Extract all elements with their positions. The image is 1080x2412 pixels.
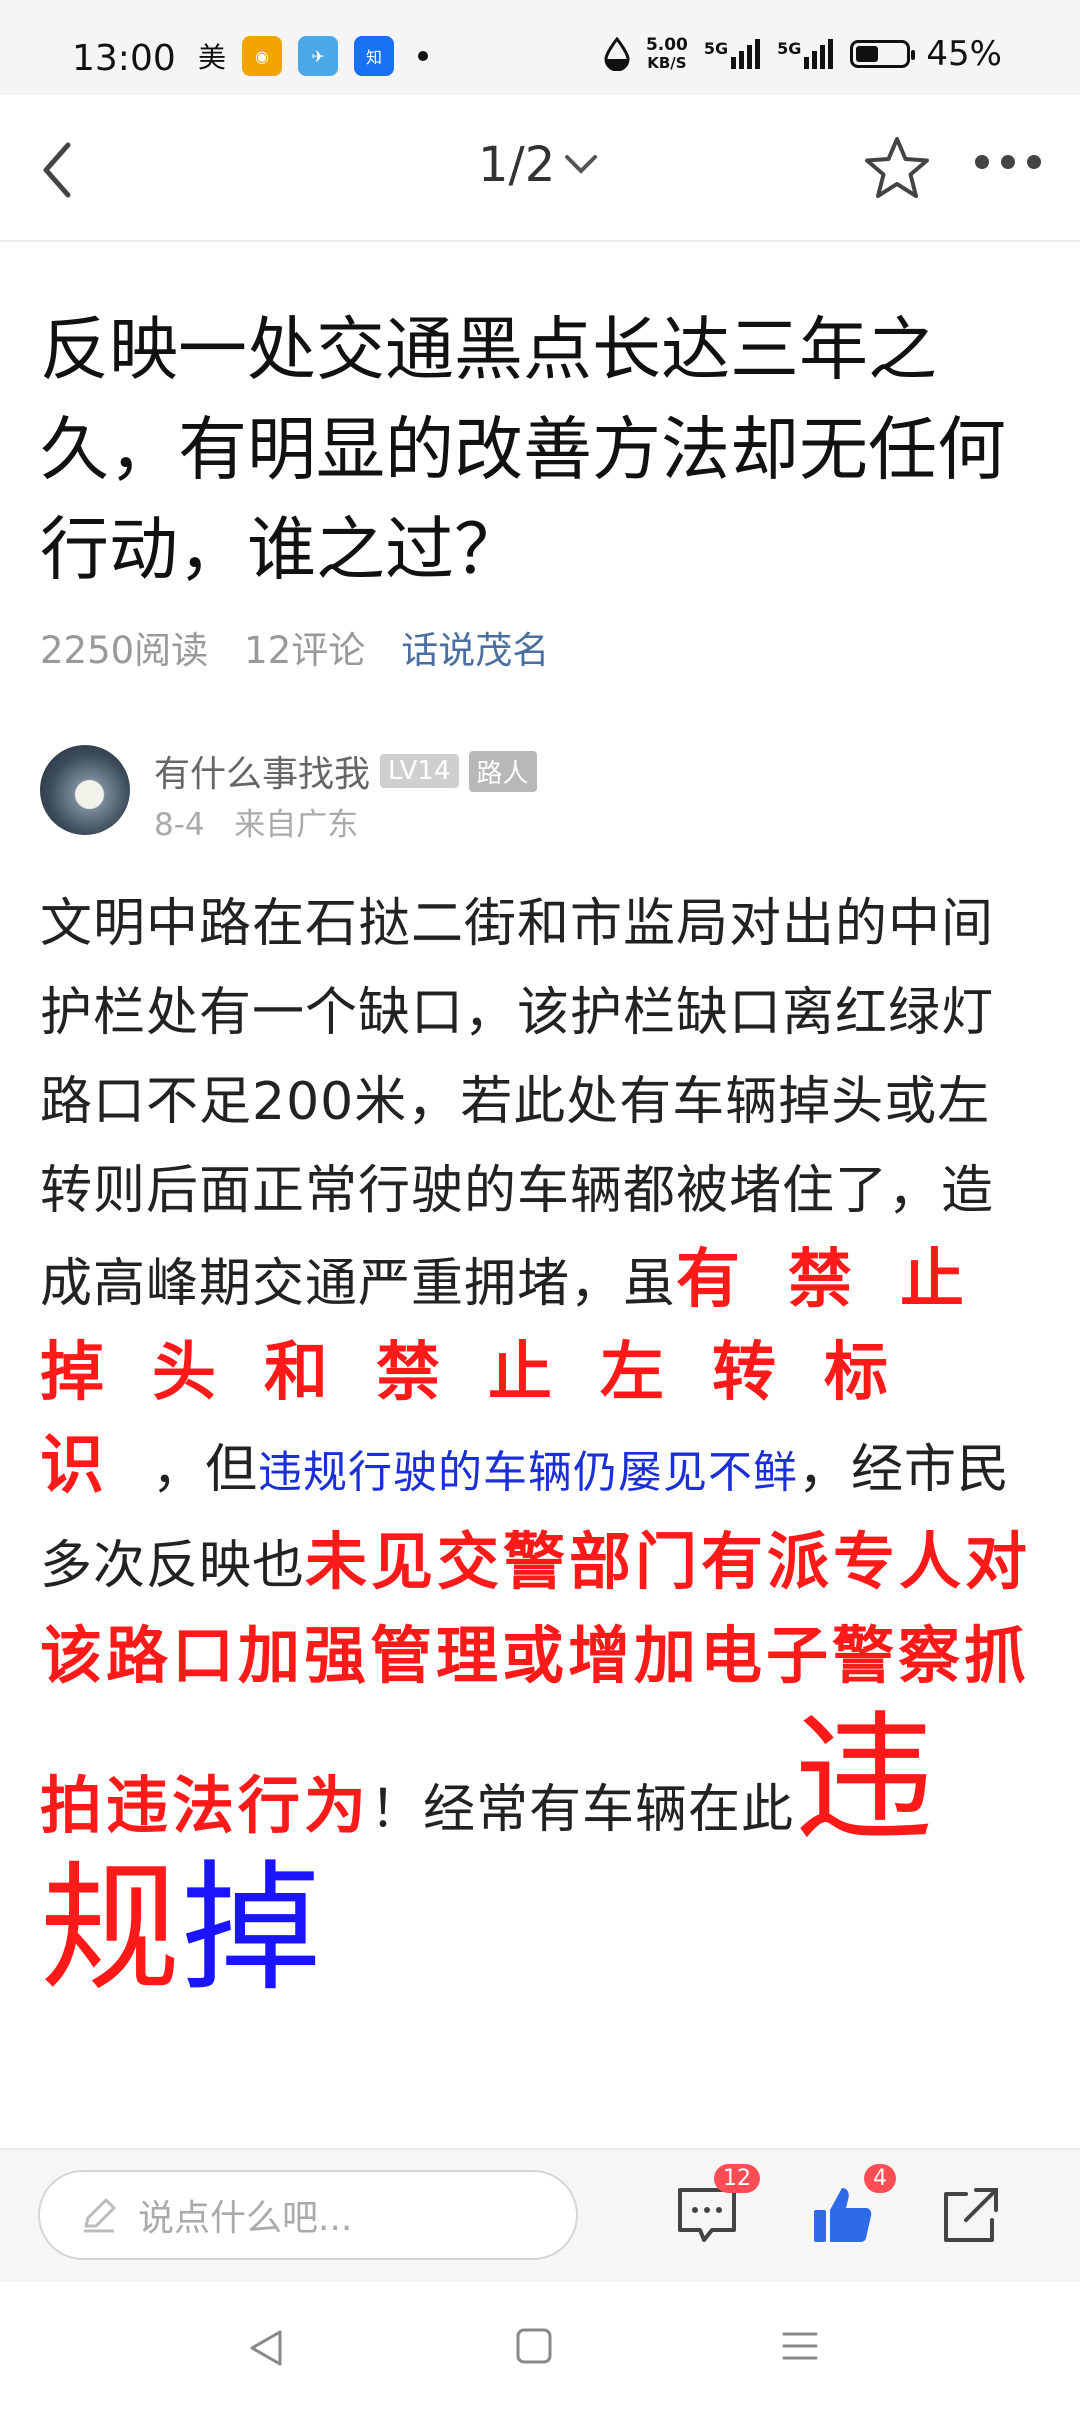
topic-link[interactable]: 话说茂名 [401, 620, 549, 674]
thumbs-up-icon [814, 2188, 872, 2242]
data-saver-icon [604, 37, 630, 71]
input-placeholder: 说点什么吧... [138, 2198, 353, 2239]
status-time: 13:00 [72, 38, 176, 79]
comment-count-badge: 12 [714, 2164, 760, 2193]
body-blue-text: 违规行驶的车辆仍屡见不鲜 [258, 1447, 799, 1498]
comment-input[interactable]: 说点什么吧... [38, 2170, 578, 2260]
battery-level [856, 46, 879, 62]
author-block: 有什么事找我 LV14 路人 8-4 来自广东 [40, 745, 1040, 843]
signal-icon-2: 5G [777, 39, 834, 69]
favorite-star-icon[interactable] [862, 133, 932, 203]
like-button[interactable]: 4 [808, 2164, 896, 2250]
body-huge-red: 违规 [40, 1698, 936, 2011]
top-nav: 1/2 [0, 95, 1080, 242]
zhihu-icon: 知 [354, 36, 395, 76]
share-button[interactable] [936, 2180, 1006, 2250]
post-date: 8-4 [154, 807, 205, 843]
status-bar: 13:00 美 ◉ ✈ 知 5.00 KB/S 5G 5G 45% [0, 0, 1080, 95]
page-indicator[interactable]: 1/2 [478, 137, 599, 193]
signal-icon-1: 5G [704, 39, 761, 69]
post-info: 8-4 来自广东 [154, 799, 358, 844]
article-meta: 2250阅读 12评论 话说茂名 [40, 620, 549, 674]
app-icon: ✈ [298, 36, 339, 76]
avatar[interactable] [40, 745, 130, 835]
level-badge: LV14 [380, 754, 459, 788]
body-after-red: ！经常有车辆在此 [370, 1780, 795, 1840]
status-right: 5.00 KB/S 5G 5G 45% [604, 34, 1002, 74]
nav-home-icon[interactable] [514, 2326, 554, 2366]
weibo-icon: ◉ [242, 36, 283, 76]
meituan-icon: 美 [198, 41, 227, 74]
author-name[interactable]: 有什么事找我 [154, 745, 370, 797]
system-nav-bar [0, 2282, 1080, 2412]
back-icon[interactable] [30, 135, 90, 205]
comment-button[interactable]: 12 [672, 2164, 760, 2250]
author-name-row: 有什么事找我 LV14 路人 [154, 745, 537, 797]
nav-back-icon[interactable] [246, 2326, 286, 2370]
read-count: 2250阅读 [40, 629, 209, 672]
body-comma: ，但 [152, 1440, 259, 1500]
nav-menu-icon[interactable] [780, 2326, 820, 2366]
article-body: 文明中路在石挞二街和市监局对出的中间护栏处有一个缺口，该护栏缺口离红绿灯路口不足… [40, 880, 1040, 2005]
notification-icons: 美 ◉ ✈ 知 [198, 36, 429, 76]
more-options-icon[interactable] [975, 155, 1041, 169]
more-notifications-icon [418, 51, 429, 61]
like-count-badge: 4 [864, 2164, 896, 2193]
chevron-down-icon [565, 155, 598, 174]
body-huge-blue: 掉 [181, 1848, 323, 2011]
comment-count-text: 12评论 [244, 629, 366, 672]
post-location: 来自广东 [234, 807, 359, 843]
rank-badge: 路人 [468, 750, 537, 792]
battery-icon [850, 40, 916, 68]
pencil-icon [84, 2198, 116, 2233]
article-title: 反映一处交通黑点长达三年之久，有明显的改善方法却无任何行动，谁之过？ [40, 310, 1006, 590]
network-speed: 5.00 KB/S [645, 35, 688, 72]
bottom-toolbar: 说点什么吧... 12 4 [0, 2148, 1080, 2282]
share-icon [944, 2188, 998, 2242]
battery-percent: 45% [926, 34, 1002, 74]
